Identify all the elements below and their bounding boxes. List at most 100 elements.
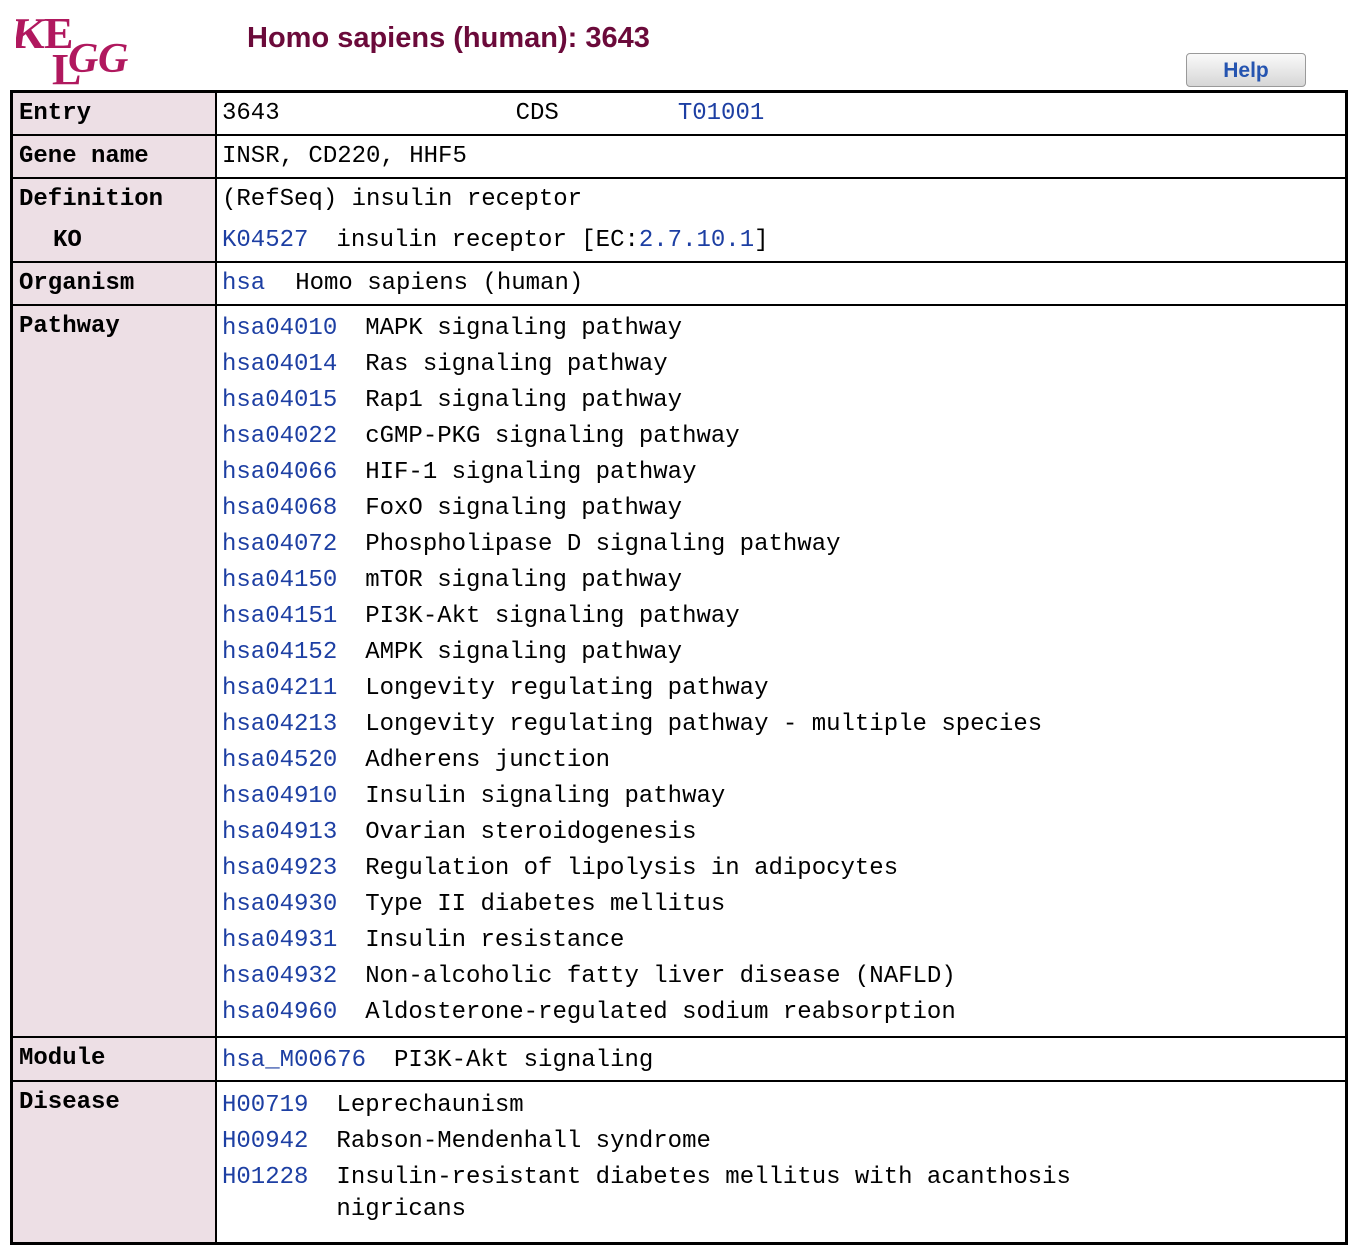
pathway-link[interactable]: hsa04010 <box>222 315 337 342</box>
gene-name-value: INSR, CD220, HHF5 <box>222 143 467 170</box>
pathway-item: hsa04010 MAPK signaling pathway <box>222 311 1345 347</box>
pathway-item: hsa04066 HIF-1 signaling pathway <box>222 455 1345 491</box>
disease-name: Insulin-resistant diabetes mellitus with… <box>336 1164 1071 1191</box>
organism-code-link[interactable]: hsa <box>222 270 265 297</box>
disease-name: Leprechaunism <box>336 1092 524 1119</box>
pathway-link[interactable]: hsa04923 <box>222 855 337 882</box>
pathway-name: Adherens junction <box>365 747 611 774</box>
ko-link[interactable]: K04527 <box>222 227 308 254</box>
pathway-item: hsa04151 PI3K-Akt signaling pathway <box>222 599 1345 635</box>
pathway-link[interactable]: hsa04932 <box>222 963 337 990</box>
organism-row: Organism hsa Homo sapiens (human) <box>10 261 1348 306</box>
definition-label: Definition <box>19 186 164 213</box>
pathway-item: hsa04913 Ovarian steroidogenesis <box>222 815 1345 851</box>
definition-row: Definition KO (RefSeq) insulin receptor … <box>10 177 1348 263</box>
module-label: Module <box>19 1045 106 1072</box>
ec-link[interactable]: 2.7.10.1 <box>639 227 754 254</box>
disease-item: H01228 Insulin-resistant diabetes mellitu… <box>222 1160 1345 1224</box>
pathway-label: Pathway <box>19 313 120 340</box>
entry-type: CDS <box>515 100 559 127</box>
page-title: Homo sapiens (human): 3643 <box>247 22 650 54</box>
pathway-link[interactable]: hsa04072 <box>222 531 337 558</box>
pathway-name: Phospholipase D signaling pathway <box>365 531 841 558</box>
pathway-name: Insulin resistance <box>365 927 625 954</box>
pathway-item: hsa04213 Longevity regulating pathway - m… <box>222 707 1345 743</box>
ko-label: KO <box>53 227 82 254</box>
disease-item: H00719 Leprechaunism <box>222 1088 1345 1124</box>
pathway-item: hsa04022 cGMP-PKG signaling pathway <box>222 419 1345 455</box>
pathway-item: hsa04930 Type II diabetes mellitus <box>222 887 1345 923</box>
organism-name: Homo sapiens (human) <box>295 270 584 297</box>
pathway-link[interactable]: hsa04152 <box>222 639 337 666</box>
pathway-name: Ras signaling pathway <box>365 351 668 378</box>
module-name: PI3K-Akt signaling <box>394 1047 654 1074</box>
pathway-item: hsa04015 Rap1 signaling pathway <box>222 383 1345 419</box>
pathway-link[interactable]: hsa04066 <box>222 459 337 486</box>
pathway-item: hsa04211 Longevity regulating pathway <box>222 671 1345 707</box>
gene-name-row: Gene name INSR, CD220, HHF5 <box>10 134 1348 179</box>
disease-link[interactable]: H00719 <box>222 1088 308 1124</box>
pathway-item: hsa04520 Adherens junction <box>222 743 1345 779</box>
entry-table: Entry 3643 CDS T01001 Gene name INSR, CD22… <box>10 90 1348 1245</box>
entry-value-cell: 3643 CDS T01001 <box>215 90 1348 136</box>
pathway-name: Type II diabetes mellitus <box>365 891 726 918</box>
pathway-name: Longevity regulating pathway <box>365 675 769 702</box>
genome-link[interactable]: T01001 <box>678 100 764 127</box>
disease-link[interactable]: H00942 <box>222 1124 308 1160</box>
pathway-item: hsa04960 Aldosterone-regulated sodium rea… <box>222 995 1345 1031</box>
pathway-link[interactable]: hsa04213 <box>222 711 337 738</box>
entry-row: Entry 3643 CDS T01001 <box>10 90 1348 136</box>
pathway-name: MAPK signaling pathway <box>365 315 683 342</box>
pathway-item: hsa04931 Insulin resistance <box>222 923 1345 959</box>
kegg-logo-icon: K E L G G <box>9 9 129 94</box>
pathway-name: Non-alcoholic fatty liver disease (NAFLD… <box>365 963 956 990</box>
pathway-item: hsa04068 FoxO signaling pathway <box>222 491 1345 527</box>
disease-name: Rabson-Mendenhall syndrome <box>336 1128 711 1155</box>
module-row: Module hsa_M00676 PI3K-Akt signaling <box>10 1036 1348 1082</box>
pathway-link[interactable]: hsa04150 <box>222 567 337 594</box>
disease-name-continued: nigricans <box>336 1196 467 1223</box>
help-button[interactable]: Help <box>1186 53 1306 87</box>
pathway-name: Longevity regulating pathway - multiple … <box>365 711 1043 738</box>
pathway-item: hsa04014 Ras signaling pathway <box>222 347 1345 383</box>
pathway-item: hsa04072 Phospholipase D signaling pathwa… <box>222 527 1345 563</box>
pathway-item: hsa04150 mTOR signaling pathway <box>222 563 1345 599</box>
pathway-item: hsa04152 AMPK signaling pathway <box>222 635 1345 671</box>
kegg-logo[interactable]: K E L G G <box>9 6 146 94</box>
pathway-link[interactable]: hsa04960 <box>222 999 337 1026</box>
pathway-link[interactable]: hsa04015 <box>222 387 337 414</box>
pathway-name: HIF-1 signaling pathway <box>365 459 697 486</box>
entry-label-cell: Entry <box>10 90 217 136</box>
ko-line: K04527 insulin receptor [EC:2.7.10.1] <box>222 220 1345 261</box>
ko-close: ] <box>754 227 769 254</box>
pathway-link[interactable]: hsa04211 <box>222 675 337 702</box>
module-link[interactable]: hsa_M00676 <box>222 1047 366 1074</box>
disease-item: H00942 Rabson-Mendenhall syndrome <box>222 1124 1345 1160</box>
svg-text:G: G <box>68 36 98 82</box>
pathway-link[interactable]: hsa04913 <box>222 819 337 846</box>
pathway-name: Rap1 signaling pathway <box>365 387 683 414</box>
pathway-link[interactable]: hsa04022 <box>222 423 337 450</box>
pathway-link[interactable]: hsa04910 <box>222 783 337 810</box>
pathway-name: PI3K-Akt signaling pathway <box>365 603 740 630</box>
pathway-link[interactable]: hsa04520 <box>222 747 337 774</box>
pathway-name: Ovarian steroidogenesis <box>365 819 697 846</box>
pathway-list: hsa04010 MAPK signaling pathway hsa04014 Ra… <box>215 304 1348 1038</box>
pathway-link[interactable]: hsa04014 <box>222 351 337 378</box>
ko-text: insulin receptor [EC: <box>336 227 639 254</box>
entry-id: 3643 <box>222 100 280 127</box>
entry-label: Entry <box>19 100 92 127</box>
pathway-link[interactable]: hsa04151 <box>222 603 337 630</box>
disease-link[interactable]: H01228 <box>222 1160 308 1224</box>
pathway-row: Pathway hsa04010 MAPK signaling pathway hs… <box>10 304 1348 1038</box>
pathway-link[interactable]: hsa04931 <box>222 927 337 954</box>
pathway-name: Aldosterone-regulated sodium reabsorptio… <box>365 999 956 1026</box>
pathway-item: hsa04923 Regulation of lipolysis in adipo… <box>222 851 1345 887</box>
disease-row: Disease H00719 Leprechaunism H00942 Rabson-… <box>10 1080 1348 1245</box>
pathway-link[interactable]: hsa04068 <box>222 495 337 522</box>
pathway-link[interactable]: hsa04930 <box>222 891 337 918</box>
pathway-name: FoxO signaling pathway <box>365 495 683 522</box>
pathway-item: hsa04910 Insulin signaling pathway <box>222 779 1345 815</box>
pathway-name: Regulation of lipolysis in adipocytes <box>365 855 899 882</box>
disease-label: Disease <box>19 1089 120 1116</box>
